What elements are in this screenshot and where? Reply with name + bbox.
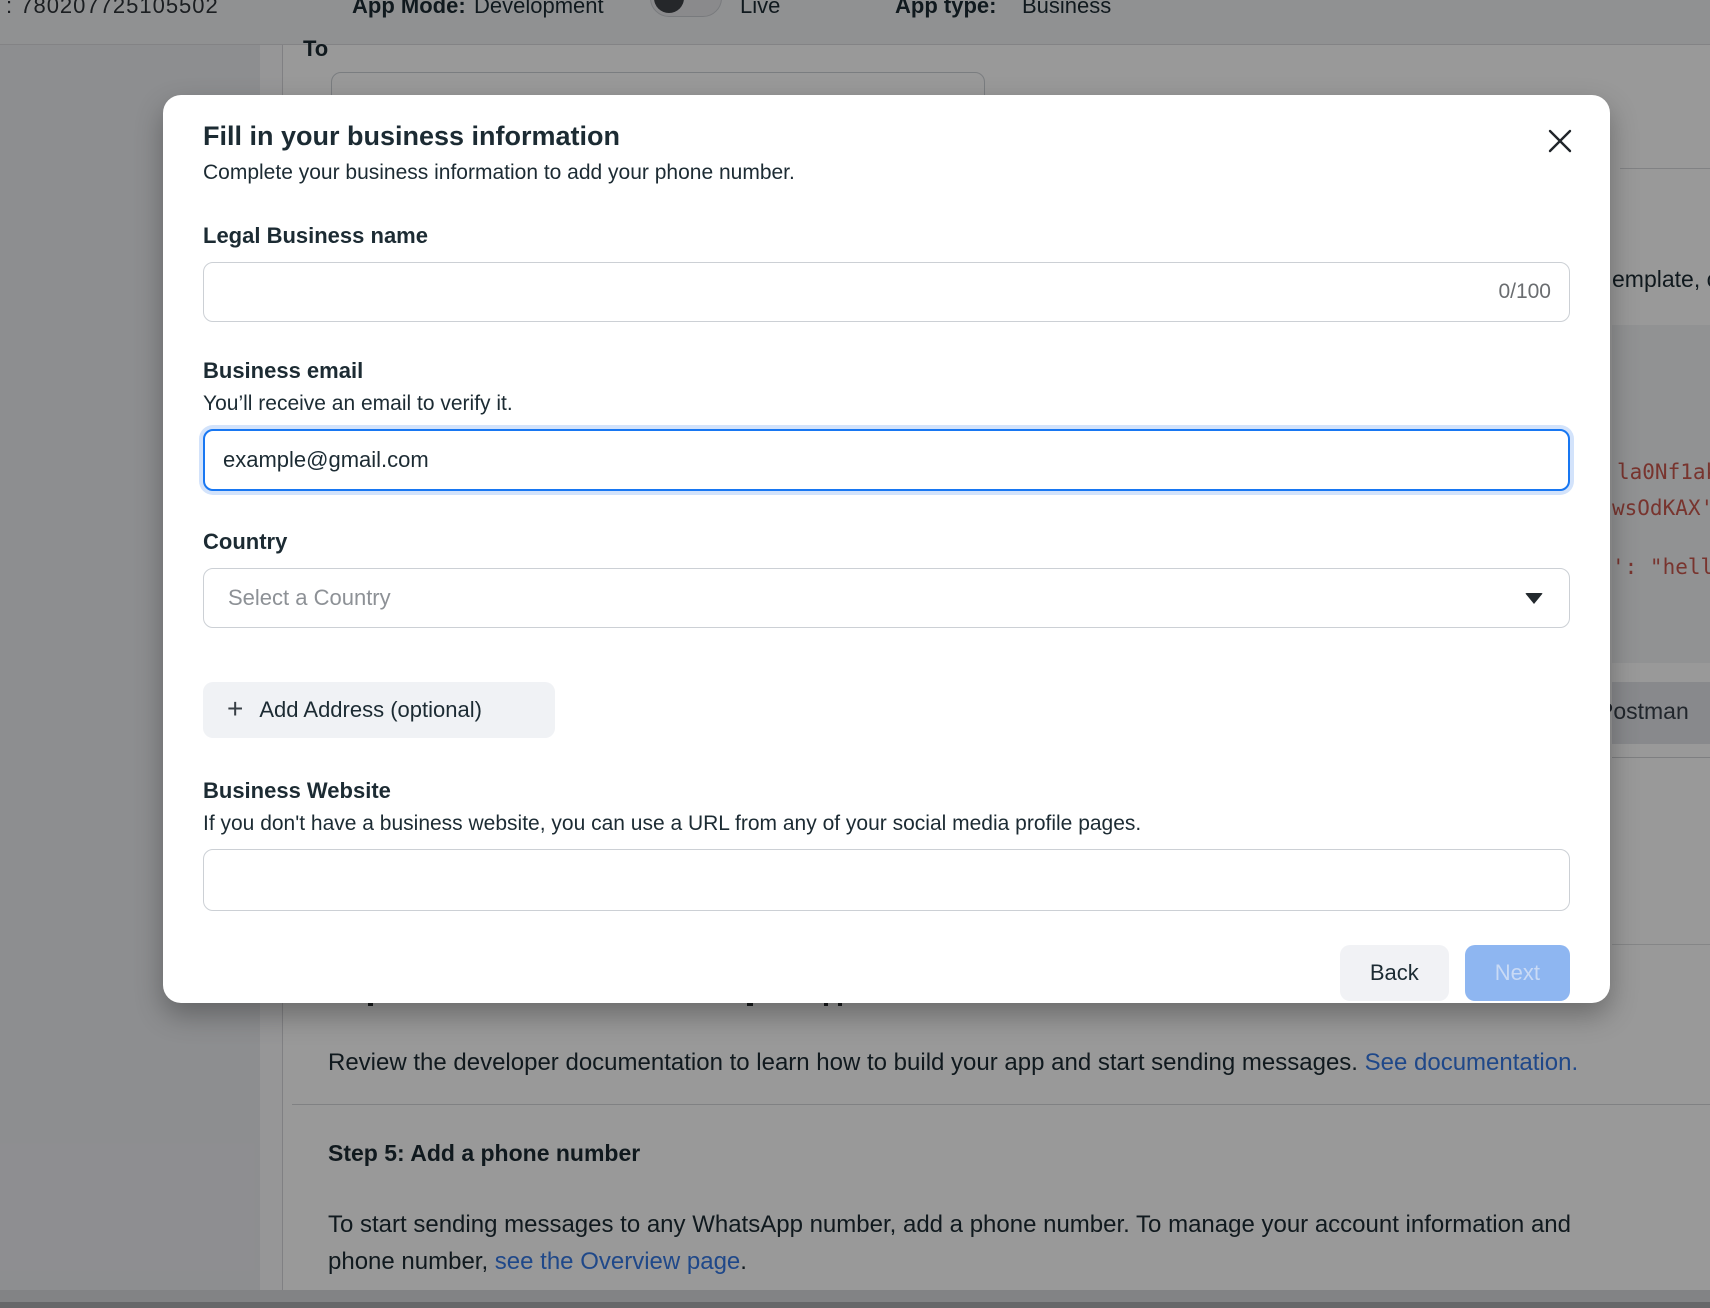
dialog-title: Fill in your business information bbox=[203, 121, 1570, 152]
dialog-footer: Back Next bbox=[203, 945, 1570, 1001]
add-address-button[interactable]: + Add Address (optional) bbox=[203, 682, 555, 738]
business-info-dialog: Fill in your business information Comple… bbox=[163, 95, 1610, 1003]
country-label: Country bbox=[203, 529, 1570, 555]
legal-name-input-wrap: 0/100 bbox=[203, 262, 1570, 322]
business-email-helper: You’ll receive an email to verify it. bbox=[203, 392, 1570, 416]
legal-name-label: Legal Business name bbox=[203, 223, 1570, 249]
screen: : 780207725105502 App Mode: Development … bbox=[0, 0, 1710, 1308]
dialog-subtitle: Complete your business information to ad… bbox=[203, 161, 1570, 185]
country-placeholder: Select a Country bbox=[228, 585, 1525, 611]
back-button[interactable]: Back bbox=[1340, 945, 1449, 1001]
close-button[interactable] bbox=[1540, 121, 1580, 161]
business-email-input-wrap bbox=[203, 429, 1570, 491]
business-email-label: Business email bbox=[203, 358, 1570, 384]
add-address-label: Add Address (optional) bbox=[259, 697, 482, 723]
business-email-input[interactable] bbox=[205, 431, 1568, 489]
business-website-helper: If you don't have a business website, yo… bbox=[203, 812, 1570, 836]
legal-name-input[interactable] bbox=[204, 263, 1569, 321]
business-website-input-wrap bbox=[203, 849, 1570, 911]
business-website-input[interactable] bbox=[204, 850, 1569, 910]
next-button[interactable]: Next bbox=[1465, 945, 1570, 1001]
business-website-label: Business Website bbox=[203, 778, 1570, 804]
country-select[interactable]: Select a Country bbox=[203, 568, 1570, 628]
close-icon bbox=[1547, 128, 1573, 154]
plus-icon: + bbox=[227, 695, 243, 723]
chevron-down-icon bbox=[1525, 593, 1543, 604]
